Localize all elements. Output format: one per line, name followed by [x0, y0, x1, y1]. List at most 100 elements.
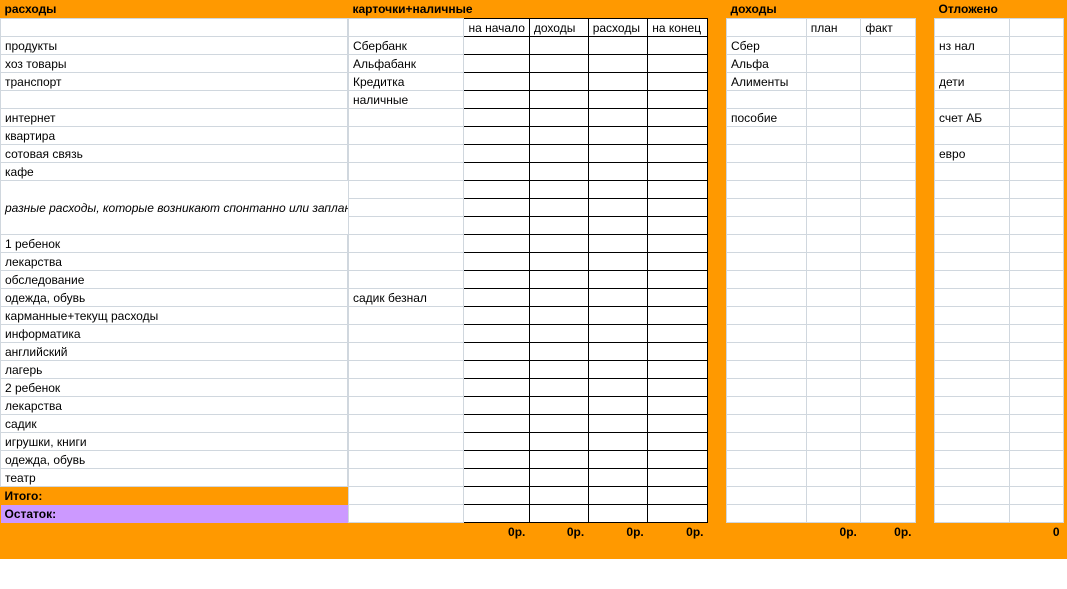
income-label[interactable]: [727, 397, 807, 415]
card-cell[interactable]: [648, 181, 708, 199]
col-fact[interactable]: факт: [861, 19, 916, 37]
card-cell[interactable]: [648, 289, 708, 307]
card-cell[interactable]: [464, 253, 529, 271]
plan-cell[interactable]: [806, 127, 861, 145]
saved-value[interactable]: [1009, 217, 1063, 235]
income-label[interactable]: [727, 163, 807, 181]
card-cell[interactable]: [529, 91, 588, 109]
saved-label[interactable]: [935, 505, 1010, 523]
plan-cell[interactable]: [806, 307, 861, 325]
plan-cell[interactable]: [806, 253, 861, 271]
saved-value[interactable]: [1009, 145, 1063, 163]
saved-label[interactable]: евро: [935, 145, 1010, 163]
fact-cell[interactable]: [861, 73, 916, 91]
card-cell[interactable]: [464, 127, 529, 145]
card-cell[interactable]: [464, 289, 529, 307]
saved-value[interactable]: [1009, 325, 1063, 343]
card-label[interactable]: Кредитка: [349, 73, 464, 91]
card-cell[interactable]: [648, 55, 708, 73]
expense-label[interactable]: 1 ребенок: [1, 235, 348, 253]
card-cell[interactable]: [648, 397, 708, 415]
fact-cell[interactable]: [861, 487, 916, 505]
income-label[interactable]: [727, 199, 807, 217]
plan-cell[interactable]: [806, 505, 861, 523]
card-cell[interactable]: [529, 55, 588, 73]
card-cell[interactable]: [588, 145, 648, 163]
card-cell[interactable]: [529, 397, 588, 415]
col-end[interactable]: на конец: [648, 19, 708, 37]
income-label[interactable]: [727, 325, 807, 343]
fact-cell[interactable]: [861, 325, 916, 343]
card-cell[interactable]: [648, 469, 708, 487]
card-cell[interactable]: [588, 73, 648, 91]
card-cell[interactable]: [464, 109, 529, 127]
card-cell[interactable]: [529, 451, 588, 469]
income-label[interactable]: [727, 217, 807, 235]
plan-cell[interactable]: [806, 145, 861, 163]
card-cell[interactable]: [529, 289, 588, 307]
income-label[interactable]: [727, 343, 807, 361]
card-cell[interactable]: [648, 343, 708, 361]
income-label[interactable]: Алименты: [727, 73, 807, 91]
card-cell[interactable]: [464, 217, 529, 235]
income-label[interactable]: [727, 451, 807, 469]
card-cell[interactable]: [464, 433, 529, 451]
plan-cell[interactable]: [806, 379, 861, 397]
saved-label[interactable]: [935, 379, 1010, 397]
card-label[interactable]: садик безнал: [349, 289, 464, 307]
card-cell[interactable]: [529, 181, 588, 199]
card-cell[interactable]: [648, 379, 708, 397]
saved-label[interactable]: [935, 397, 1010, 415]
fact-cell[interactable]: [861, 127, 916, 145]
card-cell[interactable]: [464, 73, 529, 91]
card-cell[interactable]: [529, 469, 588, 487]
card-cell[interactable]: [648, 325, 708, 343]
expense-label[interactable]: информатика: [1, 325, 348, 343]
card-cell[interactable]: [529, 343, 588, 361]
income-label[interactable]: [727, 415, 807, 433]
card-cell[interactable]: [588, 253, 648, 271]
col-start[interactable]: на начало: [464, 19, 529, 37]
card-label[interactable]: [349, 235, 464, 253]
expense-label[interactable]: кафе: [1, 163, 348, 181]
card-cell[interactable]: [588, 433, 648, 451]
fact-cell[interactable]: [861, 433, 916, 451]
plan-cell[interactable]: [806, 73, 861, 91]
card-cell[interactable]: [529, 415, 588, 433]
card-label[interactable]: [349, 109, 464, 127]
expense-label[interactable]: обследование: [1, 271, 348, 289]
card-cell[interactable]: [464, 325, 529, 343]
card-cell[interactable]: [529, 73, 588, 91]
expense-label[interactable]: одежда, обувь: [1, 451, 348, 469]
card-cell[interactable]: [464, 55, 529, 73]
card-cell[interactable]: [588, 199, 648, 217]
saved-label[interactable]: [935, 91, 1010, 109]
card-cell[interactable]: [588, 289, 648, 307]
saved-value[interactable]: [1009, 73, 1063, 91]
card-cell[interactable]: [588, 343, 648, 361]
expense-label[interactable]: [1, 91, 348, 109]
saved-label[interactable]: [935, 361, 1010, 379]
saved-value[interactable]: [1009, 397, 1063, 415]
card-label[interactable]: Сбербанк: [349, 37, 464, 55]
card-cell[interactable]: [588, 37, 648, 55]
income-label[interactable]: [727, 235, 807, 253]
col-plan[interactable]: план: [806, 19, 861, 37]
card-cell[interactable]: [648, 37, 708, 55]
saved-label[interactable]: [935, 163, 1010, 181]
card-cell[interactable]: [648, 415, 708, 433]
saved-value[interactable]: [1009, 289, 1063, 307]
income-label[interactable]: [727, 487, 807, 505]
card-label[interactable]: [349, 505, 464, 523]
card-cell[interactable]: [648, 505, 708, 523]
fact-cell[interactable]: [861, 451, 916, 469]
card-cell[interactable]: [529, 379, 588, 397]
saved-label[interactable]: [935, 199, 1010, 217]
card-cell[interactable]: [588, 91, 648, 109]
expense-label[interactable]: лекарства: [1, 253, 348, 271]
cell[interactable]: [935, 19, 1010, 37]
plan-cell[interactable]: [806, 415, 861, 433]
card-cell[interactable]: [464, 91, 529, 109]
expense-label[interactable]: театр: [1, 469, 348, 487]
plan-cell[interactable]: [806, 451, 861, 469]
